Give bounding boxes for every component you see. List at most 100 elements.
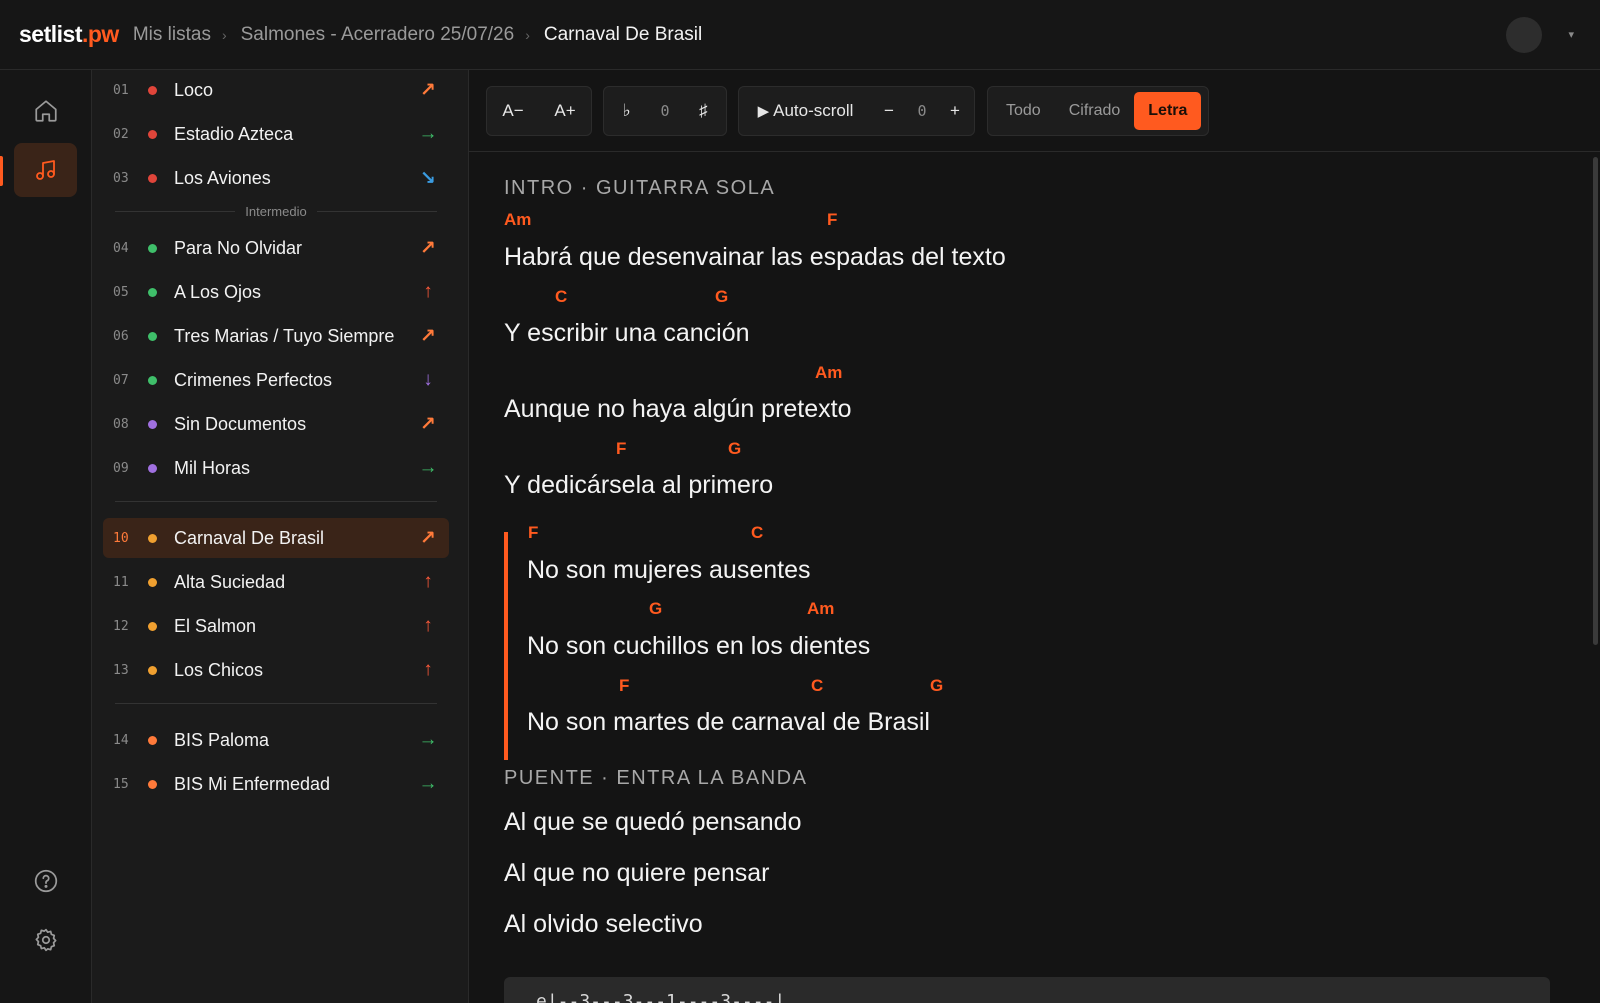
chord: G <box>728 439 742 458</box>
view-mode-group: Todo Cifrado Letra <box>987 86 1209 136</box>
song-title: El Salmon <box>174 615 257 636</box>
song-status-dot <box>148 577 157 587</box>
lyric-line: Al que se quedó pensando <box>504 808 802 836</box>
energy-arrow-icon: ↑ <box>423 659 433 680</box>
chord: Am <box>504 210 532 229</box>
energy-arrow-icon: ↓ <box>423 369 433 390</box>
song-status-dot <box>148 331 157 341</box>
song-title: Sin Documentos <box>174 413 307 434</box>
breadcrumb-separator: › <box>221 26 227 43</box>
nav-songs-button[interactable] <box>14 143 77 197</box>
song-number: 03 <box>113 170 129 186</box>
setlist-song-row[interactable]: 08 Sin Documentos ↗ <box>103 404 449 444</box>
home-icon <box>34 100 57 122</box>
font-smaller-button[interactable]: A− <box>487 101 539 121</box>
setlist-song-row[interactable]: 07 Crimenes Perfectos ↓ <box>103 360 449 400</box>
view-mode-letra[interactable]: Letra <box>1134 92 1202 130</box>
chord: C <box>811 676 824 695</box>
transpose-flat-button[interactable]: ♭ <box>604 101 649 121</box>
setlist-song-row[interactable]: 04 Para No Olvidar ↗ <box>103 228 449 268</box>
setlist-song-row[interactable]: 10 Carnaval De Brasil ↗ <box>103 518 449 558</box>
autoscroll-button[interactable]: ▶ Auto-scroll <box>739 101 872 121</box>
song-status-dot <box>148 665 157 675</box>
lyric-line: Al olvido selectivo <box>504 910 703 938</box>
song-number: 04 <box>113 240 129 256</box>
music-note-icon <box>35 160 55 180</box>
setlist-song-row[interactable]: 06 Tres Marias / Tuyo Siempre ↗ <box>103 316 449 356</box>
section-title-bridge: PUENTE · ENTRA LA BANDA <box>504 767 808 789</box>
chord: G <box>649 599 663 618</box>
setlist-song-row[interactable]: 03 Los Aviones ↘ <box>103 158 449 198</box>
song-status-dot <box>148 419 157 429</box>
nav-settings-button[interactable] <box>14 913 77 967</box>
speed-increase-button[interactable]: + <box>938 101 972 121</box>
breadcrumb-mis-listas[interactable]: Mis listas <box>133 24 211 46</box>
energy-arrow-icon: ↗ <box>420 413 436 435</box>
song-status-dot <box>148 173 157 183</box>
setlist-song-row[interactable]: 01 Loco ↗ <box>103 70 449 110</box>
tablature-block: e|--3---3---1----3----| <box>504 977 1550 1003</box>
chord: G <box>930 676 944 695</box>
lyric-line: Habrá que desenvainar las espadas del te… <box>504 243 1006 271</box>
song-title: Carnaval De Brasil <box>174 527 325 548</box>
lyric-line: Y escribir una canción <box>504 319 750 347</box>
setlist-song-row[interactable]: 02 Estadio Azteca → <box>103 114 449 154</box>
song-title: BIS Paloma <box>174 729 270 750</box>
energy-arrow-icon: ↗ <box>420 527 436 549</box>
setlist-song-row[interactable]: 05 A Los Ojos ↑ <box>103 272 449 312</box>
view-mode-cifrado[interactable]: Cifrado <box>1055 92 1135 130</box>
active-indicator <box>0 156 3 186</box>
song-number: 14 <box>113 732 129 748</box>
setlist-song-row[interactable]: 13 Los Chicos ↑ <box>103 650 449 690</box>
breadcrumb-setlist[interactable]: Salmones - Acerradero 25/07/26 <box>241 24 515 46</box>
energy-arrow-icon: → <box>418 123 438 144</box>
song-sheet: INTRO · GUITARRA SOLA Am F Habrá que des… <box>469 153 1600 1003</box>
chord: F <box>616 439 627 458</box>
energy-arrow-icon: → <box>418 457 438 478</box>
song-status-dot <box>148 533 157 543</box>
view-mode-todo[interactable]: Todo <box>992 92 1055 130</box>
breadcrumb-separator: › <box>525 26 530 43</box>
autoscroll-group: ▶ Auto-scroll − 0 + <box>738 86 975 136</box>
transpose-value: 0 <box>660 102 670 120</box>
icon-rail <box>0 70 92 1003</box>
transpose-sharp-button[interactable]: ♯ <box>681 101 726 121</box>
setlist-song-row[interactable]: 15 BIS Mi Enfermedad → <box>103 764 449 804</box>
settings-icon <box>34 928 57 952</box>
energy-arrow-icon: → <box>418 773 438 794</box>
chord: C <box>555 287 568 306</box>
setlist-song-row[interactable]: 12 El Salmon ↑ <box>103 606 449 646</box>
chevron-down-icon[interactable]: ▾ <box>1568 28 1574 41</box>
song-title: Crimenes Perfectos <box>174 369 333 390</box>
chord: F <box>528 523 539 542</box>
energy-arrow-icon: ↘ <box>420 167 436 189</box>
energy-arrow-icon: ↗ <box>420 237 436 259</box>
transpose-group: ♭ 0 ♯ <box>603 86 727 136</box>
setlist-song-row[interactable]: 09 Mil Horas → <box>103 448 449 488</box>
song-status-dot <box>148 129 157 139</box>
scrollbar[interactable] <box>1593 157 1598 645</box>
avatar[interactable] <box>1506 17 1542 53</box>
autoscroll-label: Auto-scroll <box>773 101 854 120</box>
song-title: Los Chicos <box>174 659 264 680</box>
setlist-panel: 01 Loco ↗ 02 Estadio Azteca → 03 Los Aviones ↘ 04… <box>92 70 469 1003</box>
logo[interactable]: setlist.pw <box>19 21 119 48</box>
song-status-dot <box>148 735 157 745</box>
toolbar: A− A+ ♭ 0 ♯ ▶ Auto-scroll − 0 + Todo Cif… <box>469 70 1600 152</box>
intermission-divider: Intermedio <box>115 204 437 219</box>
song-number: 06 <box>113 328 129 344</box>
song-number: 13 <box>113 662 129 678</box>
lyric-line: Y dedicársela al primero <box>504 471 774 499</box>
speed-decrease-button[interactable]: − <box>872 101 906 121</box>
setlist-song-row[interactable]: 14 BIS Paloma → <box>103 720 449 760</box>
song-number: 02 <box>113 126 129 142</box>
song-title: Estadio Azteca <box>174 123 294 144</box>
song-status-dot <box>148 287 157 297</box>
lyric-line: No son martes de carnaval de Brasil <box>527 708 930 736</box>
nav-home-button[interactable] <box>14 84 77 138</box>
logo-tld: pw <box>87 21 119 47</box>
lyric-line: Al que no quiere pensar <box>504 859 770 887</box>
setlist-song-row[interactable]: 11 Alta Suciedad ↑ <box>103 562 449 602</box>
font-larger-button[interactable]: A+ <box>539 101 591 121</box>
nav-help-button[interactable] <box>14 854 77 908</box>
